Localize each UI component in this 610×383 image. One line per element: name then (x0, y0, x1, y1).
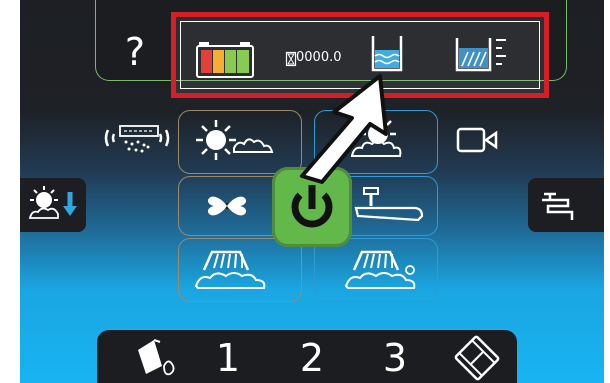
camera-icon[interactable] (456, 126, 500, 156)
brush-foam-icon (194, 118, 284, 166)
pointer-arrow (300, 72, 394, 184)
film-icon[interactable] (454, 335, 500, 381)
faucet-icon (538, 188, 578, 224)
spray-icon[interactable] (102, 116, 178, 162)
left-margin (0, 0, 20, 383)
help-icon[interactable]: ? (120, 30, 150, 74)
preset-3-button[interactable]: 3 (380, 336, 410, 380)
detergent-icon[interactable] (134, 336, 178, 380)
preset-2-button[interactable]: 2 (297, 336, 327, 380)
fan-icon (202, 186, 252, 226)
preset-1-button[interactable]: 1 (213, 336, 243, 380)
control-screen: ? 0000.0 1 2 3 (0, 0, 610, 383)
brush-down-icon (26, 184, 82, 226)
squeegee-icon (354, 186, 430, 228)
scrub-deck-icon (340, 246, 424, 294)
scrub-deck-icon (190, 246, 274, 294)
right-margin (604, 0, 610, 383)
